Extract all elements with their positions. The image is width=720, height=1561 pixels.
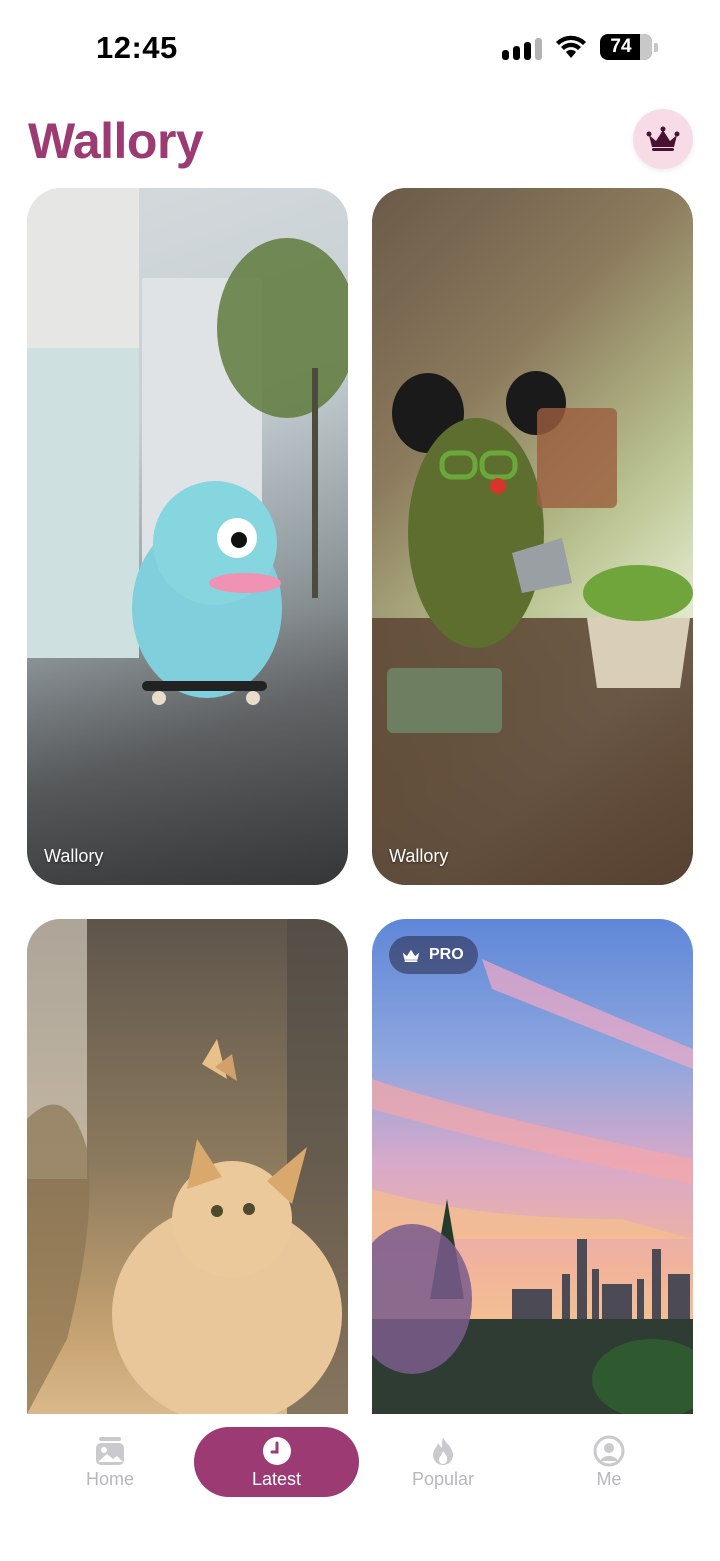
app-title: Wallory [28, 113, 204, 169]
tab-me-label: Me [596, 1468, 622, 1489]
gallery-icon [96, 1436, 124, 1465]
wallpaper-card[interactable] [27, 919, 348, 1414]
wallpaper-image [27, 188, 348, 885]
status-bar: 12:45 74 [0, 0, 720, 96]
bottom-navigation: Home Latest Popular Me [0, 1414, 720, 1561]
tab-home-label: Home [85, 1468, 134, 1489]
tab-popular[interactable]: Popular [360, 1427, 526, 1497]
tab-latest-label: Latest [251, 1468, 302, 1489]
wallpaper-label: Wallory [44, 846, 104, 866]
wallpaper-image [27, 919, 348, 1414]
tab-latest[interactable]: Latest [194, 1427, 359, 1497]
battery-tip [654, 42, 658, 52]
tab-popular-label: Popular [411, 1468, 475, 1489]
flame-icon [433, 1436, 453, 1465]
wallpaper-image [372, 919, 693, 1414]
cellular-signal-icon [502, 34, 542, 60]
wallpaper-card[interactable]: Wallory [372, 188, 693, 885]
status-icons: 74 [502, 34, 658, 60]
crown-icon [402, 949, 420, 963]
battery-icon: 74 [600, 34, 652, 60]
wifi-icon [554, 34, 588, 60]
crown-icon [646, 126, 680, 151]
tab-me[interactable]: Me [526, 1427, 692, 1497]
wallpaper-card[interactable]: Wallory [27, 188, 348, 885]
tab-home[interactable]: Home [27, 1427, 193, 1497]
person-icon [593, 1435, 625, 1466]
wallpaper-card[interactable]: PRO [372, 919, 693, 1414]
status-time: 12:45 [96, 30, 178, 65]
wallpaper-label: Wallory [389, 846, 449, 866]
wallpaper-grid: Wallory Wallory PRO [27, 188, 693, 1414]
wallpaper-image [372, 188, 693, 885]
pro-upgrade-button[interactable] [633, 109, 693, 169]
battery-level: 74 [610, 36, 632, 57]
pro-badge: PRO [389, 936, 478, 974]
clock-icon [262, 1436, 291, 1465]
pro-badge-label: PRO [429, 946, 464, 963]
